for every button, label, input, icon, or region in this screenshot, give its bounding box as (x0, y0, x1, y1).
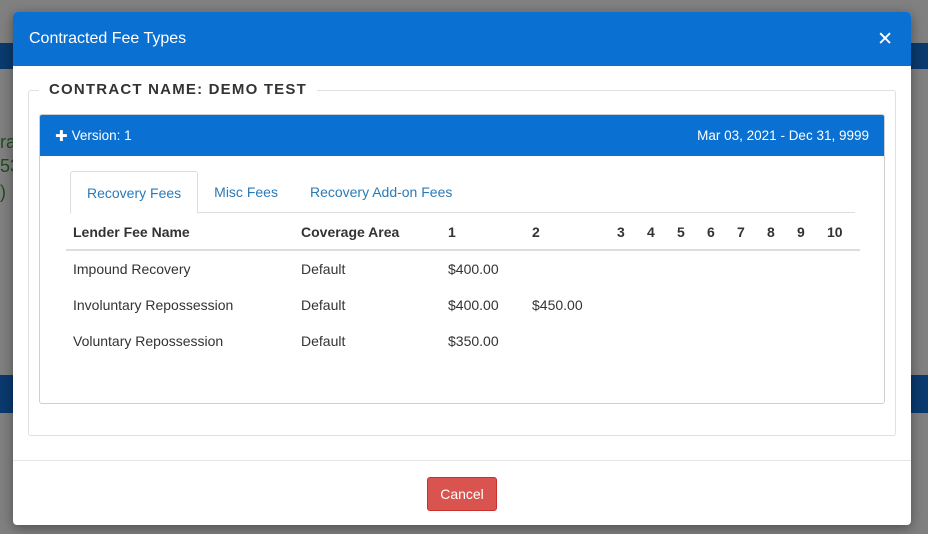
tab-misc-fees[interactable]: Misc Fees (198, 171, 294, 213)
tier-1-cell: $350.00 (448, 333, 499, 349)
column-header-10: 10 (827, 224, 843, 240)
fee-name-cell: Impound Recovery (73, 261, 191, 277)
table-row: Voluntary Repossession Default $350.00 (66, 323, 860, 359)
column-header-9: 9 (797, 224, 805, 240)
close-icon[interactable]: ✕ (877, 28, 893, 51)
tab-recovery-fees[interactable]: Recovery Fees (70, 171, 199, 214)
column-header-6: 6 (707, 224, 715, 240)
modal-header: Contracted Fee Types ✕ (13, 12, 911, 66)
version-date-range: Mar 03, 2021 - Dec 31, 9999 (697, 128, 869, 143)
version-panel: ✚ Version: 1 Mar 03, 2021 - Dec 31, 9999… (39, 114, 885, 404)
column-header-2: 2 (532, 224, 540, 240)
column-header-lender-fee-name: Lender Fee Name (73, 224, 190, 240)
column-header-coverage-area: Coverage Area (301, 224, 400, 240)
cancel-button[interactable]: Cancel (427, 477, 497, 511)
column-header-8: 8 (767, 224, 775, 240)
fee-name-cell: Involuntary Repossession (73, 297, 234, 313)
modal-title: Contracted Fee Types (29, 30, 187, 47)
fee-tabs: Recovery Fees Misc Fees Recovery Add-on … (70, 171, 855, 214)
fees-table: Lender Fee Name Coverage Area 1 2 3 4 5 … (66, 215, 860, 359)
column-header-7: 7 (737, 224, 745, 240)
coverage-area-cell: Default (301, 333, 346, 349)
table-row: Involuntary Repossession Default $400.00… (66, 287, 860, 323)
background-fragment: ra (0, 132, 13, 152)
background-fragment: 53 (0, 156, 13, 176)
version-panel-header[interactable]: ✚ Version: 1 Mar 03, 2021 - Dec 31, 9999 (40, 115, 884, 156)
table-header-row: Lender Fee Name Coverage Area 1 2 3 4 5 … (66, 215, 860, 251)
version-label: Version: 1 (71, 128, 132, 143)
column-header-1: 1 (448, 224, 456, 240)
tab-recovery-addon-fees[interactable]: Recovery Add-on Fees (294, 171, 468, 213)
modal-footer: Cancel (13, 460, 911, 525)
contract-name-legend: CONTRACT NAME: DEMO TEST (39, 81, 317, 98)
plus-icon[interactable]: ✚ (55, 127, 68, 145)
column-header-4: 4 (647, 224, 655, 240)
tier-1-cell: $400.00 (448, 261, 499, 277)
tier-2-cell: $450.00 (532, 297, 583, 313)
table-row: Impound Recovery Default $400.00 (66, 251, 860, 287)
contracted-fee-types-modal: Contracted Fee Types ✕ CONTRACT NAME: DE… (13, 12, 911, 525)
fee-name-cell: Voluntary Repossession (73, 333, 224, 349)
column-header-3: 3 (617, 224, 625, 240)
coverage-area-cell: Default (301, 297, 346, 313)
column-header-5: 5 (677, 224, 685, 240)
background-fragment: ) (0, 182, 6, 202)
coverage-area-cell: Default (301, 261, 346, 277)
tier-1-cell: $400.00 (448, 297, 499, 313)
